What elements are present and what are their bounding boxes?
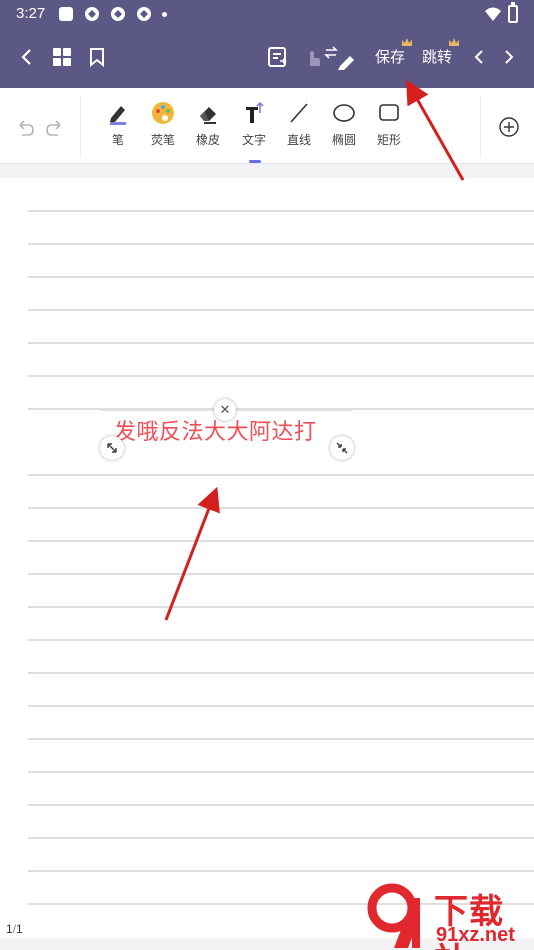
ruled-line <box>28 474 534 476</box>
status-time: 3:27 <box>16 5 46 22</box>
back-button[interactable] <box>12 42 42 72</box>
watermark-logo: 下载站 91xz.net <box>364 882 534 950</box>
ruled-line <box>28 309 534 311</box>
top-app-bar: 保存 跳转 <box>0 28 534 88</box>
save-label: 保存 <box>375 49 406 66</box>
ruled-line <box>28 837 534 839</box>
status-bar: 3:27 <box>0 0 534 28</box>
plus-circle-icon <box>499 117 519 137</box>
chevron-right-icon <box>505 50 514 64</box>
chevron-left-icon <box>474 50 483 64</box>
text-icon <box>241 100 267 126</box>
ruled-line <box>28 639 534 641</box>
save-button[interactable]: 保存 <box>375 38 413 67</box>
page-indicator: 1/1 <box>6 922 23 936</box>
active-tool-indicator <box>249 160 261 163</box>
tool-label: 椭圆 <box>331 133 356 147</box>
battery-icon <box>508 2 518 23</box>
crown-icon <box>402 38 413 46</box>
redo-button[interactable] <box>40 112 70 142</box>
tool-label: 笔 <box>111 133 124 147</box>
note-page[interactable] <box>0 178 534 938</box>
app-notification-icon <box>137 7 151 21</box>
ruled-line <box>28 375 534 377</box>
tool-highlighter[interactable]: 荧笔 <box>140 100 186 160</box>
app-notification-icon <box>85 7 99 21</box>
ruled-line <box>28 243 534 245</box>
more-notifications-dot <box>162 12 167 17</box>
bookmark-icon <box>90 48 104 67</box>
tool-label: 矩形 <box>376 133 401 147</box>
ruled-line <box>28 573 534 575</box>
ruled-line <box>28 705 534 707</box>
tool-label: 直线 <box>286 133 311 147</box>
ruled-line <box>28 507 534 509</box>
wifi-icon <box>485 7 501 21</box>
current-page: 1 <box>6 922 13 936</box>
add-tool-button[interactable] <box>494 112 524 142</box>
pen-icon <box>105 100 131 126</box>
text-recognition-button[interactable] <box>263 42 293 72</box>
ruled-line <box>28 870 534 872</box>
app-notification-icon <box>111 7 125 21</box>
close-icon: ✕ <box>219 402 231 418</box>
shrink-arrows-icon <box>336 442 348 454</box>
ruled-line <box>28 672 534 674</box>
tool-eraser[interactable]: 橡皮 <box>185 100 231 160</box>
palette-icon <box>150 100 176 126</box>
resize-handle-right[interactable] <box>330 436 354 460</box>
ruled-line <box>28 540 534 542</box>
tool-rectangle[interactable]: 矩形 <box>366 100 412 160</box>
undo-button[interactable] <box>10 112 40 142</box>
tool-label: 文字 <box>241 133 266 147</box>
resize-handle-left[interactable] <box>100 436 124 460</box>
chevron-left-icon <box>21 49 31 65</box>
grid-icon <box>53 48 71 66</box>
total-pages: 1 <box>16 922 23 936</box>
crown-icon <box>449 38 460 46</box>
ruled-line <box>28 804 534 806</box>
ruled-line <box>28 342 534 344</box>
tool-label: 橡皮 <box>195 133 220 147</box>
document-convert-icon <box>268 47 287 67</box>
text-box-selected[interactable]: 发哦反法大大阿达打 ✕ <box>100 399 354 460</box>
next-page-button[interactable] <box>494 42 524 72</box>
touch-swap-pen-icon <box>310 46 354 70</box>
rectangle-icon <box>376 100 402 126</box>
ruled-line <box>28 606 534 608</box>
watermark-url: 91xz.net <box>436 924 515 946</box>
tool-line[interactable]: 直线 <box>276 100 322 160</box>
ruled-line <box>28 771 534 773</box>
redo-icon <box>46 120 61 136</box>
bookmark-button[interactable] <box>82 42 112 72</box>
ellipse-icon <box>331 100 357 126</box>
tool-ellipse[interactable]: 椭圆 <box>321 100 367 160</box>
toolbar-divider <box>80 96 81 156</box>
tool-text[interactable]: 文字 <box>231 100 277 160</box>
toolbar-divider <box>480 96 481 156</box>
ruled-line <box>28 210 534 212</box>
previous-page-button[interactable] <box>464 42 494 72</box>
tool-pen[interactable]: 笔 <box>95 100 141 160</box>
ruled-line <box>28 276 534 278</box>
ruled-line <box>28 738 534 740</box>
jump-label: 跳转 <box>422 49 453 66</box>
expand-arrows-icon <box>107 443 117 453</box>
tool-label: 荧笔 <box>150 133 175 147</box>
eraser-icon <box>195 100 221 126</box>
touch-draw-toggle[interactable] <box>300 42 360 72</box>
undo-icon <box>19 120 34 136</box>
grid-view-button[interactable] <box>47 42 77 72</box>
line-icon <box>286 100 312 126</box>
delete-text-box-button[interactable]: ✕ <box>214 399 236 421</box>
drawing-toolbar: 笔 荧笔 橡皮 文字 直线 椭圆 矩形 <box>0 88 534 164</box>
watermark-emblem-icon <box>367 883 420 948</box>
notification-square-icon <box>59 7 73 21</box>
jump-button[interactable]: 跳转 <box>422 38 460 67</box>
text-box-content[interactable]: 发哦反法大大阿达打 <box>114 414 317 446</box>
